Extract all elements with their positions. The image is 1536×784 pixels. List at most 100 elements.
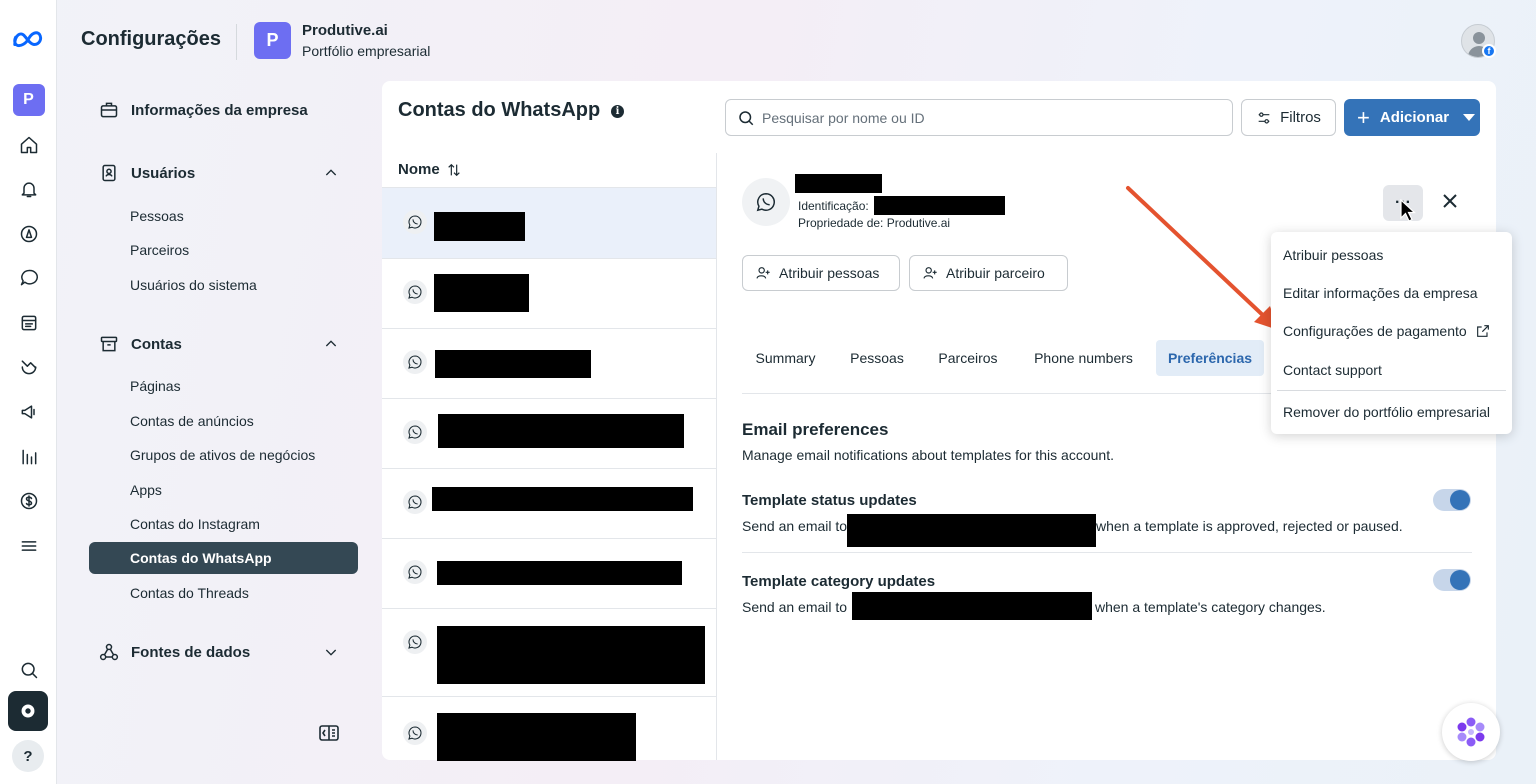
annotation-arrow-icon	[1126, 186, 1278, 330]
megaphone-icon[interactable]	[12, 395, 45, 428]
menu-divider	[1277, 390, 1506, 391]
list-item[interactable]	[382, 696, 716, 761]
page-title: Configurações	[81, 28, 222, 50]
business-badge-rail[interactable]: P	[12, 83, 45, 116]
sidebar-item-pages[interactable]: Páginas	[89, 370, 358, 402]
redacted-name	[437, 626, 705, 684]
search-box[interactable]	[725, 99, 1233, 136]
chat-icon[interactable]	[12, 261, 45, 294]
sidebar-item-threads-accounts[interactable]: Contas do Threads	[89, 577, 358, 609]
tab-phone-numbers[interactable]: Phone numbers	[1021, 340, 1146, 376]
template-status-prefix: Send an email to	[742, 518, 848, 534]
content-icon[interactable]	[12, 306, 45, 339]
list-item[interactable]	[382, 398, 716, 468]
chevron-down-icon[interactable]	[323, 644, 339, 660]
analytics-icon[interactable]	[12, 440, 45, 473]
assign-partner-label: Atribuir parceiro	[946, 265, 1045, 281]
list-item[interactable]	[382, 258, 716, 328]
redacted-name	[438, 414, 684, 448]
menu-item-assign-people[interactable]: Atribuir pessoas	[1283, 247, 1383, 263]
sidebar-item-people[interactable]: Pessoas	[89, 200, 358, 232]
sidebar-section-data-sources[interactable]: Fontes de dados	[89, 635, 359, 669]
assistant-button[interactable]	[1442, 703, 1500, 761]
collapse-sidebar-icon[interactable]	[319, 725, 339, 741]
whatsapp-icon	[403, 350, 427, 374]
account-id-label: Identificação:	[798, 199, 869, 213]
redacted-account-id	[874, 196, 1005, 215]
template-category-prefix: Send an email to	[742, 599, 848, 615]
list-item[interactable]	[382, 538, 716, 608]
tab-summary[interactable]: Summary	[742, 340, 829, 376]
add-person-icon	[923, 267, 937, 279]
sidebar-company-info-label: Informações da empresa	[131, 101, 308, 119]
insights-icon[interactable]	[12, 350, 45, 383]
search-icon[interactable]	[12, 653, 45, 686]
sidebar-section-users-label: Usuários	[131, 164, 196, 182]
template-category-toggle[interactable]	[1433, 569, 1471, 591]
tab-partners[interactable]: Parceiros	[925, 340, 1011, 376]
search-input[interactable]	[762, 106, 1222, 130]
tab-preferences[interactable]: Preferências	[1156, 340, 1264, 376]
template-category-suffix: when a template's category changes.	[1095, 599, 1326, 615]
badge-icon	[99, 163, 119, 183]
list-divider	[716, 153, 717, 760]
menu-item-payment-settings-label: Configurações de pagamento	[1283, 323, 1467, 339]
list-item[interactable]	[382, 328, 716, 398]
business-name[interactable]: Produtive.ai	[302, 22, 388, 39]
sidebar-item-partners[interactable]: Parceiros	[89, 234, 358, 266]
info-icon[interactable]: i	[611, 105, 624, 118]
assign-partner-button[interactable]: Atribuir parceiro	[909, 255, 1068, 291]
chevron-up-icon[interactable]	[323, 336, 339, 352]
list-item[interactable]	[382, 187, 716, 258]
home-icon[interactable]	[12, 128, 45, 161]
panel-title: Contas do WhatsApp	[398, 99, 601, 121]
sidebar-section-accounts[interactable]: Contas	[89, 327, 359, 361]
sidebar-item-whatsapp-accounts[interactable]: Contas do WhatsApp	[89, 542, 358, 574]
sidebar-item-apps[interactable]: Apps	[89, 474, 358, 506]
redacted-name	[434, 274, 529, 312]
list-item[interactable]	[382, 608, 716, 696]
menu-item-edit-company-info[interactable]: Editar informações da empresa	[1283, 285, 1478, 301]
business-avatar[interactable]: P	[254, 22, 291, 59]
redacted-name	[437, 713, 636, 761]
close-icon[interactable]	[1442, 193, 1462, 213]
list-item[interactable]	[382, 468, 716, 538]
list-header-name[interactable]: Nome	[398, 161, 462, 178]
menu-item-contact-support[interactable]: Contact support	[1283, 362, 1382, 378]
meta-logo-icon[interactable]	[12, 22, 45, 55]
archive-icon	[99, 334, 119, 354]
sidebar-item-instagram-accounts[interactable]: Contas do Instagram	[89, 508, 358, 540]
assign-people-button[interactable]: Atribuir pessoas	[742, 255, 900, 291]
sidebar-item-system-users[interactable]: Usuários do sistema	[89, 269, 358, 301]
menu-icon[interactable]	[12, 529, 45, 562]
filter-button[interactable]: Filtros	[1241, 99, 1336, 136]
chevron-up-icon[interactable]	[323, 165, 339, 181]
help-icon[interactable]: ?	[12, 740, 44, 772]
redacted-name	[437, 561, 682, 585]
template-status-title: Template status updates	[742, 492, 917, 509]
tab-people[interactable]: Pessoas	[839, 340, 915, 376]
whatsapp-icon	[403, 721, 427, 745]
sidebar-item-ad-accounts[interactable]: Contas de anúncios	[89, 405, 358, 437]
redacted-name	[432, 487, 693, 511]
template-status-toggle[interactable]	[1433, 489, 1471, 511]
bell-icon[interactable]	[12, 172, 45, 205]
menu-item-payment-settings[interactable]: Configurações de pagamento	[1283, 323, 1491, 339]
add-button[interactable]: + Adicionar	[1344, 99, 1480, 136]
assign-people-label: Atribuir pessoas	[779, 265, 880, 281]
add-person-icon	[756, 267, 770, 279]
sidebar-company-info[interactable]: Informações da empresa	[89, 93, 359, 127]
template-status-suffix: when a template is approved, rejected or…	[1096, 518, 1403, 534]
sidebar-item-business-asset-groups[interactable]: Grupos de ativos de negócios	[89, 439, 358, 471]
billing-icon[interactable]	[12, 484, 45, 517]
menu-item-remove-from-portfolio[interactable]: Remover do portfólio empresarial	[1283, 404, 1490, 420]
email-preferences-description: Manage email notifications about templat…	[742, 447, 1114, 463]
data-sources-icon	[99, 642, 119, 662]
sidebar-section-users[interactable]: Usuários	[89, 156, 359, 190]
gear-icon[interactable]	[8, 691, 48, 731]
compass-icon[interactable]	[12, 217, 45, 250]
account-owner: Propriedade de: Produtive.ai	[798, 216, 951, 230]
redacted-name	[435, 350, 591, 378]
template-category-title: Template category updates	[742, 573, 936, 590]
mouse-cursor-icon	[1400, 199, 1416, 222]
